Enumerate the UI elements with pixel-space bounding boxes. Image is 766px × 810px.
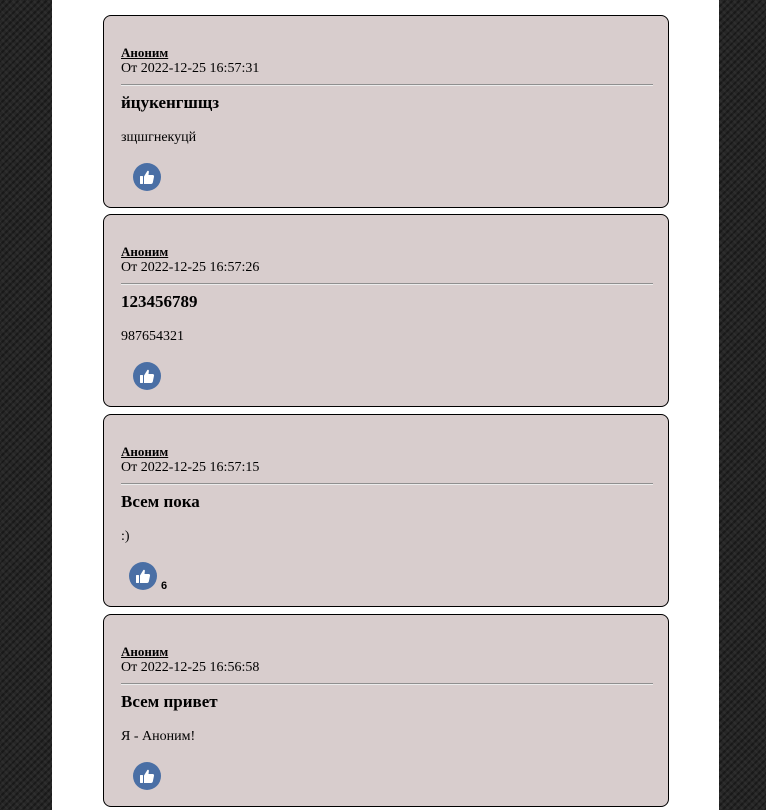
post-author-link[interactable]: Аноним (121, 244, 168, 259)
thumbs-up-icon (140, 170, 155, 184)
post-divider (121, 683, 653, 685)
post-card: Аноним От 2022-12-25 16:57:31 йцукенгшщз… (103, 15, 669, 208)
post-date: От 2022-12-25 16:57:15 (121, 460, 260, 475)
thumbs-up-icon (140, 369, 155, 383)
post-divider (121, 483, 653, 485)
post-body: :) (121, 529, 130, 544)
like-button[interactable] (129, 562, 157, 590)
post-card: Аноним От 2022-12-25 16:57:15 Всем пока … (103, 414, 669, 607)
post-author-link[interactable]: Аноним (121, 444, 168, 459)
thumbs-up-icon (140, 769, 155, 783)
thumbs-up-icon (136, 569, 151, 583)
post-date: От 2022-12-25 16:57:26 (121, 260, 260, 275)
post-card: Аноним От 2022-12-25 16:56:58 Всем приве… (103, 614, 669, 807)
post-date: От 2022-12-25 16:56:58 (121, 660, 260, 675)
post-body: зщшгнекуцй (121, 130, 197, 145)
like-button[interactable] (133, 362, 161, 390)
post-title: йцукенгшщз (121, 93, 220, 112)
page-content: Аноним От 2022-12-25 16:57:31 йцукенгшщз… (52, 0, 719, 810)
post-title: 123456789 (121, 292, 198, 311)
like-button[interactable] (133, 762, 161, 790)
post-divider (121, 283, 653, 285)
post-divider (121, 84, 653, 86)
post-title: Всем пока (121, 492, 200, 511)
post-author-link[interactable]: Аноним (121, 45, 168, 60)
post-author-link[interactable]: Аноним (121, 644, 168, 659)
post-body: 987654321 (121, 329, 184, 344)
like-button[interactable] (133, 163, 161, 191)
post-title: Всем привет (121, 692, 218, 711)
post-date: От 2022-12-25 16:57:31 (121, 61, 260, 76)
post-card: Аноним От 2022-12-25 16:57:26 123456789 … (103, 214, 669, 407)
post-body: Я - Аноним! (121, 729, 196, 744)
like-count: 6 (161, 580, 168, 592)
